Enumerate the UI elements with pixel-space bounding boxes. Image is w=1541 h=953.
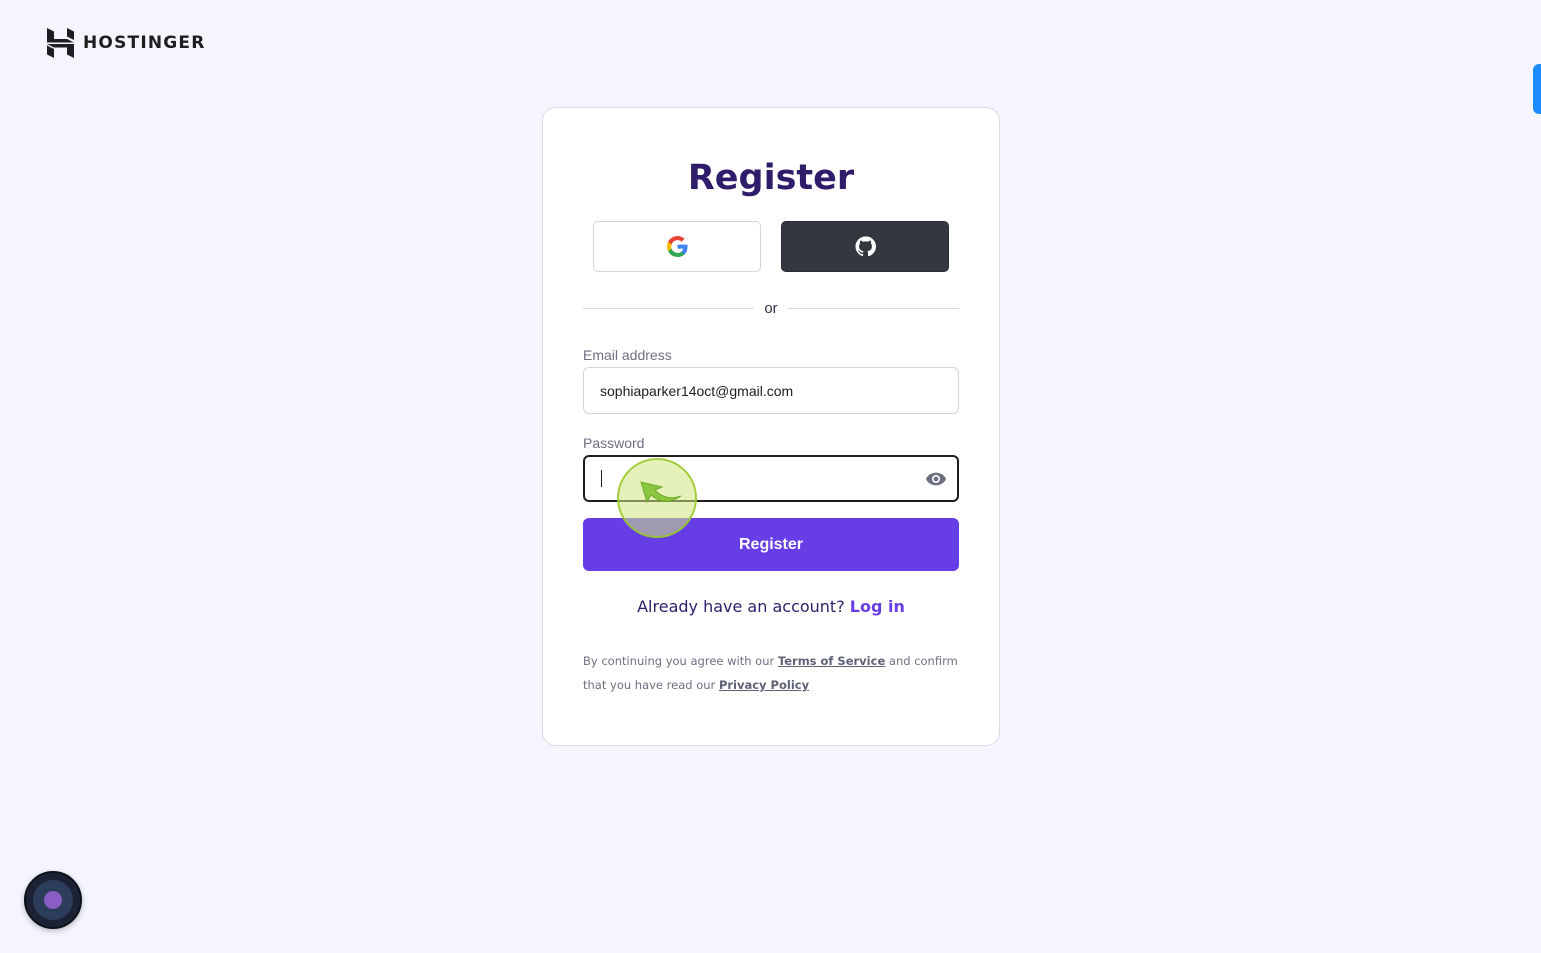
email-label: Email address: [583, 347, 672, 363]
cursor-arrow-icon: [640, 481, 682, 504]
divider-line-right: [787, 307, 959, 309]
assistant-widget-button[interactable]: [24, 871, 82, 929]
login-prompt: Already have an account? Log in: [543, 597, 999, 616]
register-card: Register or Email address sophiaparker14…: [542, 107, 1000, 746]
google-icon: [666, 235, 689, 258]
email-field[interactable]: sophiaparker14oct@gmail.com: [583, 367, 959, 414]
login-prompt-text: Already have an account?: [637, 597, 845, 616]
brand-logo[interactable]: HOSTINGER: [47, 28, 206, 58]
brand-name: HOSTINGER: [83, 33, 206, 53]
click-indicator: [617, 458, 697, 538]
divider-line-left: [583, 307, 755, 309]
login-link[interactable]: Log in: [850, 597, 905, 616]
hostinger-logo-icon: [47, 28, 74, 58]
privacy-policy-link[interactable]: Privacy Policy: [719, 678, 809, 692]
legal-prefix: By continuing you agree with our: [583, 654, 775, 668]
google-signup-button[interactable]: [593, 221, 761, 272]
widget-inner: [33, 880, 73, 920]
widget-dot-icon: [44, 891, 62, 909]
side-feedback-tab[interactable]: [1533, 64, 1541, 114]
or-divider: or: [583, 298, 959, 318]
password-label: Password: [583, 435, 645, 451]
github-signup-button[interactable]: [781, 221, 949, 272]
text-caret: [601, 470, 602, 487]
github-icon: [854, 235, 877, 258]
legal-notice: By continuing you agree with our Terms o…: [583, 649, 959, 697]
page-title: Register: [687, 158, 855, 198]
divider-text: or: [764, 299, 778, 317]
page: HOSTINGER Register or Email address soph…: [0, 0, 1541, 953]
eye-icon[interactable]: [925, 469, 947, 489]
email-value: sophiaparker14oct@gmail.com: [600, 382, 794, 399]
terms-of-service-link[interactable]: Terms of Service: [778, 654, 885, 668]
